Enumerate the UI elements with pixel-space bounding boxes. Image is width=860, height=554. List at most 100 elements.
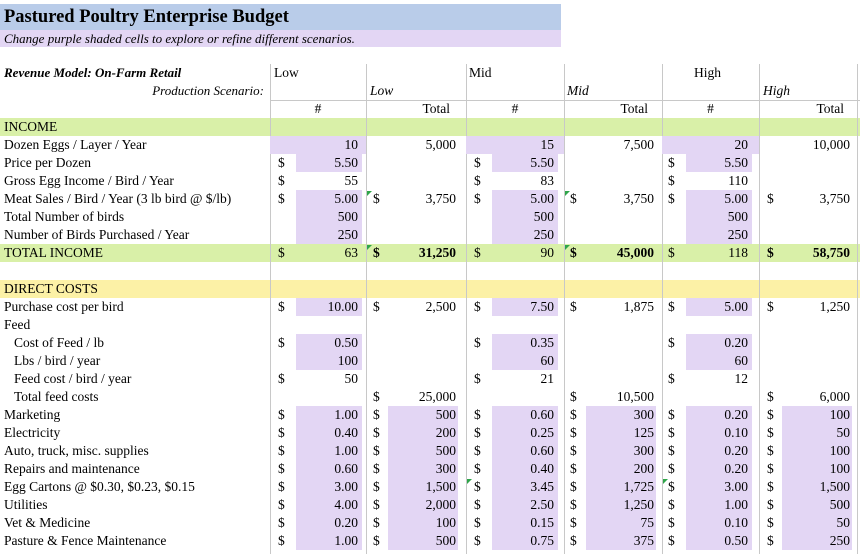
currency-symbol: $ <box>278 515 285 530</box>
cell-value[interactable]: 0.50 <box>300 334 358 352</box>
cell-value[interactable]: 200 <box>390 424 456 442</box>
cell-value[interactable]: 0.20 <box>690 460 748 478</box>
cell-value[interactable]: 1.00 <box>690 496 748 514</box>
cell-value[interactable]: 2,500 <box>390 298 456 316</box>
cell-value[interactable]: 7.50 <box>496 298 554 316</box>
cell-value[interactable]: 5.50 <box>690 154 748 172</box>
cell-value[interactable]: 300 <box>588 442 654 460</box>
cell-value[interactable]: 5.00 <box>300 190 358 208</box>
cell-value[interactable]: 250 <box>690 226 748 244</box>
cell-value[interactable]: 0.15 <box>496 514 554 532</box>
cell-value[interactable]: 500 <box>390 442 456 460</box>
cell-value[interactable]: 45,000 <box>588 244 654 262</box>
cell-value[interactable]: 2.50 <box>496 496 554 514</box>
cell-value[interactable]: 100 <box>784 442 850 460</box>
cell-value[interactable]: 63 <box>300 244 359 262</box>
cell-value[interactable]: 100 <box>784 460 850 478</box>
cell-value[interactable]: 4.00 <box>300 496 358 514</box>
cell-value[interactable]: 500 <box>496 208 554 226</box>
cell-value[interactable]: 0.20 <box>690 406 748 424</box>
cell-value[interactable]: 3,750 <box>390 190 456 208</box>
cell-value[interactable]: 58,750 <box>784 244 850 262</box>
cell-value[interactable]: 10,500 <box>588 388 654 406</box>
cell-value[interactable]: 2,000 <box>390 496 456 514</box>
cell-value[interactable]: 100 <box>390 514 456 532</box>
cell-value[interactable]: 90 <box>496 244 555 262</box>
cell-value[interactable]: 21 <box>496 370 555 388</box>
cell-value[interactable]: 60 <box>690 352 749 370</box>
cell-value[interactable]: 1,250 <box>784 298 850 316</box>
cell-value[interactable]: 0.35 <box>496 334 554 352</box>
cell-value[interactable]: 10 <box>300 136 359 154</box>
cell-value[interactable]: 3,750 <box>784 190 850 208</box>
cell-value[interactable]: 0.60 <box>496 406 554 424</box>
cell-value[interactable]: 0.40 <box>300 424 358 442</box>
cell-value[interactable]: 5.50 <box>300 154 358 172</box>
cell-value[interactable]: 0.20 <box>690 334 748 352</box>
cell-value[interactable]: 250 <box>496 226 554 244</box>
cell-value[interactable]: 10.00 <box>300 298 358 316</box>
cell-value[interactable]: 0.10 <box>690 424 748 442</box>
cell-value[interactable]: 15 <box>496 136 555 154</box>
cell-value[interactable]: 3,750 <box>588 190 654 208</box>
cell-value[interactable]: 5.00 <box>690 190 748 208</box>
cell-value[interactable]: 6,000 <box>784 388 850 406</box>
cell-value[interactable]: 0.75 <box>496 532 554 550</box>
cell-value[interactable]: 250 <box>300 226 358 244</box>
cell-value[interactable]: 500 <box>390 532 456 550</box>
cell-value[interactable]: 5.00 <box>496 190 554 208</box>
cell-value[interactable]: 0.60 <box>300 460 358 478</box>
currency-symbol: $ <box>570 533 577 548</box>
grid-line <box>857 64 858 554</box>
cell-value[interactable]: 500 <box>390 406 456 424</box>
cell-value[interactable]: 7,500 <box>588 136 654 154</box>
cell-value[interactable]: 1,875 <box>588 298 654 316</box>
cell-value[interactable]: 0.20 <box>300 514 358 532</box>
cell-value[interactable]: 0.10 <box>690 514 748 532</box>
cell-value[interactable]: 500 <box>690 208 748 226</box>
cell-value[interactable]: 500 <box>300 208 358 226</box>
cell-value[interactable]: 0.60 <box>496 442 554 460</box>
cell-value[interactable]: 75 <box>588 514 655 532</box>
cell-value[interactable]: 50 <box>784 424 851 442</box>
cell-value[interactable]: 500 <box>784 496 850 514</box>
cell-value[interactable]: 110 <box>690 172 748 190</box>
cell-value[interactable]: 100 <box>300 352 358 370</box>
cell-value[interactable]: 200 <box>588 460 654 478</box>
cell-value[interactable]: 125 <box>588 424 654 442</box>
cell-value[interactable]: 5.50 <box>496 154 554 172</box>
cell-value[interactable]: 1.00 <box>300 442 358 460</box>
cell-value[interactable]: 1,250 <box>588 496 654 514</box>
cell-value[interactable]: 1,500 <box>390 478 456 496</box>
cell-value[interactable]: 20 <box>690 136 749 154</box>
cell-value[interactable]: 3.45 <box>496 478 554 496</box>
cell-value[interactable]: 300 <box>390 460 456 478</box>
cell-value[interactable]: 31,250 <box>390 244 456 262</box>
cell-value[interactable]: 3.00 <box>690 478 748 496</box>
cell-value[interactable]: 0.50 <box>690 532 748 550</box>
cell-value[interactable]: 10,000 <box>784 136 850 154</box>
currency-symbol: $ <box>668 299 675 314</box>
cell-value[interactable]: 250 <box>784 532 850 550</box>
cell-value[interactable]: 0.20 <box>690 442 748 460</box>
cell-value[interactable]: 1,500 <box>784 478 850 496</box>
cell-value[interactable]: 50 <box>300 370 359 388</box>
cell-value[interactable]: 100 <box>784 406 850 424</box>
cell-value[interactable]: 5,000 <box>390 136 456 154</box>
cell-value[interactable]: 1.00 <box>300 532 358 550</box>
cell-value[interactable]: 0.25 <box>496 424 554 442</box>
cell-value[interactable]: 60 <box>496 352 555 370</box>
cell-value[interactable]: 1.00 <box>300 406 358 424</box>
cell-value[interactable]: 3.00 <box>300 478 358 496</box>
cell-value[interactable]: 118 <box>690 244 748 262</box>
cell-value[interactable]: 375 <box>588 532 654 550</box>
cell-value[interactable]: 12 <box>690 370 749 388</box>
cell-value[interactable]: 5.00 <box>690 298 748 316</box>
cell-value[interactable]: 300 <box>588 406 654 424</box>
cell-value[interactable]: 1,725 <box>588 478 654 496</box>
cell-value[interactable]: 0.40 <box>496 460 554 478</box>
cell-value[interactable]: 25,000 <box>390 388 456 406</box>
cell-value[interactable]: 55 <box>300 172 359 190</box>
cell-value[interactable]: 50 <box>784 514 851 532</box>
cell-value[interactable]: 83 <box>496 172 555 190</box>
